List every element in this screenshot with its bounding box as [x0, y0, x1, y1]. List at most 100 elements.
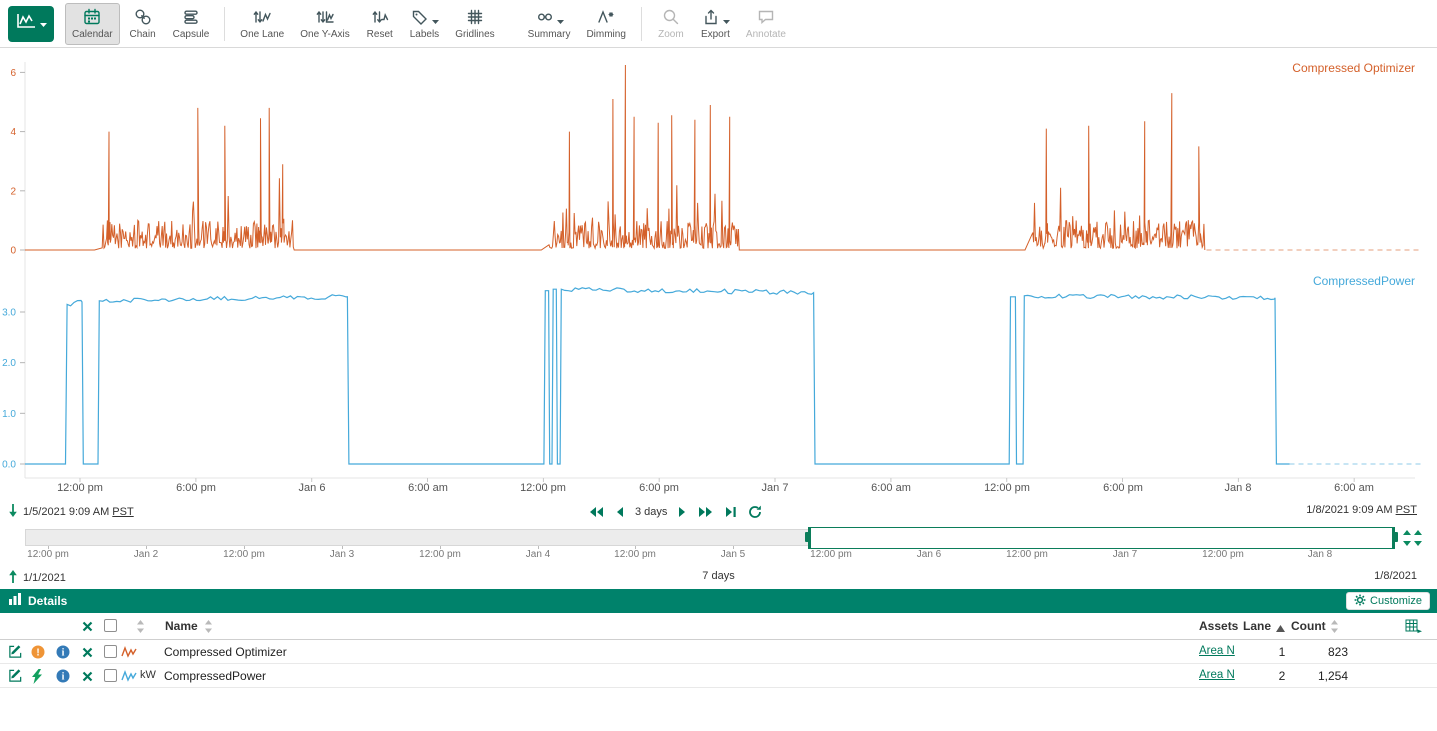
signal-icon: [121, 645, 137, 659]
remove-icon[interactable]: [82, 647, 93, 658]
investigate-range-duration[interactable]: 7 days: [702, 570, 734, 582]
toolbar-button-one-lane[interactable]: One Lane: [233, 3, 291, 45]
selection-left-handle[interactable]: [805, 532, 811, 542]
step-back-full-icon[interactable]: [588, 506, 604, 518]
x-axis-label: 12:00 pm: [57, 482, 103, 494]
svg-text:!: !: [36, 648, 39, 659]
x-axis-label: 6:00 pm: [1103, 482, 1143, 494]
details-panel-header: Details Customize: [0, 589, 1437, 613]
export-icon: [701, 7, 730, 27]
edit-icon[interactable]: [8, 668, 23, 683]
step-to-end-icon[interactable]: [725, 506, 737, 518]
signal-name[interactable]: Compressed Optimizer: [164, 645, 287, 659]
toolbar-button-chain[interactable]: Chain: [122, 3, 164, 45]
investigate-range-start[interactable]: 1/1/2021: [23, 572, 66, 584]
toolbar-button-zoom[interactable]: Zoom: [650, 3, 692, 45]
one-y-axis-icon: [315, 7, 335, 27]
trend-chart-icon: [15, 12, 37, 35]
sort-lane-asc-icon[interactable]: [1276, 622, 1285, 636]
signal-name[interactable]: CompressedPower: [164, 669, 266, 683]
remove-all-icon[interactable]: [82, 621, 93, 635]
column-header-name[interactable]: Name: [165, 619, 198, 633]
x-axis-label: 6:00 am: [1334, 482, 1374, 494]
step-forward-half-icon[interactable]: [678, 506, 687, 518]
one-lane-icon: [252, 7, 272, 27]
chevron-down-icon: [40, 15, 47, 33]
column-header-lane[interactable]: Lane: [1243, 619, 1271, 633]
row-checkbox[interactable]: [104, 645, 117, 658]
svg-text:1.0: 1.0: [2, 409, 16, 420]
refresh-icon[interactable]: [748, 505, 762, 519]
step-back-half-icon[interactable]: [615, 506, 624, 518]
chart-type-button[interactable]: [8, 6, 54, 42]
overview-label: 12:00 pm: [1006, 549, 1048, 560]
select-all-checkbox[interactable]: [104, 619, 117, 632]
investigate-range-end[interactable]: 1/8/2021: [1374, 570, 1417, 582]
toolbar-button-dimming[interactable]: Dimming: [579, 3, 632, 45]
overview-selection[interactable]: [808, 527, 1395, 549]
toolbar-button-calendar[interactable]: Calendar: [65, 3, 120, 45]
lane2-series-label[interactable]: CompressedPower: [1313, 274, 1415, 288]
timezone-label[interactable]: PST: [112, 506, 133, 518]
zoom-icon: [661, 7, 681, 27]
toolbar-button-reset[interactable]: Reset: [359, 3, 401, 45]
workbench: CalendarChainCapsule One LaneOne Y-AxisRe…: [0, 0, 1437, 731]
column-header-count[interactable]: Count: [1291, 619, 1326, 633]
display-range-start[interactable]: 1/5/2021 9:09 AM PST: [23, 506, 134, 518]
toolbar: CalendarChainCapsule One LaneOne Y-AxisRe…: [0, 0, 1437, 48]
lane-value: 1: [1266, 645, 1298, 659]
customize-button[interactable]: Customize: [1346, 592, 1430, 610]
edit-icon[interactable]: [8, 644, 23, 659]
selection-right-handle[interactable]: [1392, 532, 1398, 542]
asset-link[interactable]: Area N: [1199, 645, 1235, 657]
overview-label: Jan 4: [526, 549, 550, 560]
display-range-duration[interactable]: 3 days: [635, 506, 667, 518]
calendar-icon: [82, 7, 102, 27]
lane1-series-label[interactable]: Compressed Optimizer: [1292, 61, 1415, 75]
toolbar-button-summary[interactable]: Summary: [521, 3, 578, 45]
display-range-row: 1/5/2021 9:09 AM PST 3 days 1/8/2021 9:0…: [0, 502, 1437, 522]
overview-label: Jan 8: [1308, 549, 1332, 560]
range-start-arrow-icon[interactable]: [8, 504, 18, 520]
x-axis-label: 12:00 pm: [984, 482, 1030, 494]
signal-icon: [121, 669, 137, 683]
overview-label: 12:00 pm: [27, 549, 69, 560]
toolbar-button-one-y-axis[interactable]: One Y-Axis: [293, 3, 356, 45]
unit-label: kW: [140, 669, 156, 681]
row-checkbox[interactable]: [104, 669, 117, 682]
range-navigation: 3 days: [588, 502, 762, 522]
toolbar-button-capsule[interactable]: Capsule: [166, 3, 217, 45]
investigate-start-arrow-icon[interactable]: [8, 570, 18, 586]
svg-text:6: 6: [10, 68, 16, 79]
sort-count-icon[interactable]: [1330, 620, 1339, 636]
toolbar-button-labels[interactable]: Labels: [403, 3, 446, 45]
toolbar-separator: [224, 7, 225, 41]
info-icon[interactable]: i: [56, 645, 70, 659]
sort-type-icon[interactable]: [136, 620, 145, 636]
info-icon[interactable]: i: [56, 669, 70, 683]
column-header-assets[interactable]: Assets: [1199, 619, 1238, 633]
step-forward-full-icon[interactable]: [698, 506, 714, 518]
overview-label: 12:00 pm: [1202, 549, 1244, 560]
x-axis-label: 6:00 am: [408, 482, 448, 494]
timezone-label[interactable]: PST: [1396, 504, 1417, 516]
table-row: ikWCompressedPowerArea N21,254: [0, 664, 1437, 688]
sort-name-icon[interactable]: [204, 620, 213, 636]
bolt-icon[interactable]: [31, 669, 43, 684]
lane-value: 2: [1266, 669, 1298, 683]
svg-text:3.0: 3.0: [2, 307, 16, 318]
remove-icon[interactable]: [82, 671, 93, 682]
svg-text:i: i: [62, 672, 65, 683]
table-export-icon[interactable]: [1405, 619, 1422, 637]
gridlines-icon: [465, 7, 485, 27]
toolbar-button-export[interactable]: Export: [694, 3, 737, 45]
x-axis-label: Jan 8: [1225, 482, 1252, 494]
overview-expand-icon[interactable]: [1401, 529, 1425, 552]
gear-icon: [1354, 594, 1366, 609]
warning-icon[interactable]: !: [31, 645, 45, 659]
x-axis-labels: 12:00 pm6:00 pmJan 66:00 am12:00 pm6:00 …: [0, 482, 1437, 498]
toolbar-button-gridlines[interactable]: Gridlines: [448, 3, 501, 45]
toolbar-button-annotate[interactable]: Annotate: [739, 3, 793, 45]
asset-link[interactable]: Area N: [1199, 669, 1235, 681]
display-range-end[interactable]: 1/8/2021 9:09 AM PST: [1306, 504, 1417, 516]
